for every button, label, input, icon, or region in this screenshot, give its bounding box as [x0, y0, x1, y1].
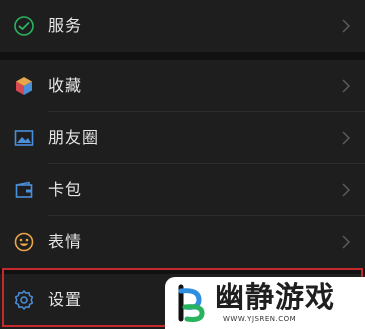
- menu-item-card-wallet[interactable]: 卡包: [0, 164, 365, 216]
- menu-item-label: 设置: [48, 290, 83, 309]
- section-gap: [0, 52, 365, 60]
- menu-item-label: 卡包: [48, 180, 83, 199]
- menu-item-label: 朋友圈: [48, 128, 100, 147]
- chevron-right-icon: [342, 183, 351, 197]
- chevron-right-icon: [342, 131, 351, 145]
- watermark-brand: 幽静游戏: [215, 280, 336, 314]
- wallet-icon: [15, 181, 33, 198]
- smiley-icon: [14, 232, 34, 252]
- watermark: 幽静游戏 WWW.YJSREN.COM: [165, 277, 365, 329]
- watermark-url: WWW.YJSREN.COM: [223, 315, 297, 323]
- wechat-pay-icon: [14, 16, 34, 36]
- chevron-right-icon: [342, 19, 351, 33]
- menu-item-moments[interactable]: 朋友圈: [0, 112, 365, 164]
- settings-menu-screen: 服务 收藏 朋友圈 卡包 表情 设置 幽静游戏 WWW.YJSREN.COM: [0, 0, 365, 329]
- chevron-right-icon: [342, 235, 351, 249]
- site-logo-icon: [178, 284, 205, 322]
- gear-icon: [14, 290, 34, 310]
- menu-item-services[interactable]: 服务: [0, 0, 365, 52]
- photo-icon: [14, 130, 34, 146]
- chevron-right-icon: [342, 79, 351, 93]
- menu-item-label: 表情: [48, 232, 83, 251]
- menu-item-label: 服务: [48, 16, 83, 35]
- menu-item-favorites[interactable]: 收藏: [0, 60, 365, 112]
- cube-icon: [16, 77, 32, 95]
- menu-item-label: 收藏: [48, 76, 83, 95]
- menu-item-stickers[interactable]: 表情: [0, 216, 365, 268]
